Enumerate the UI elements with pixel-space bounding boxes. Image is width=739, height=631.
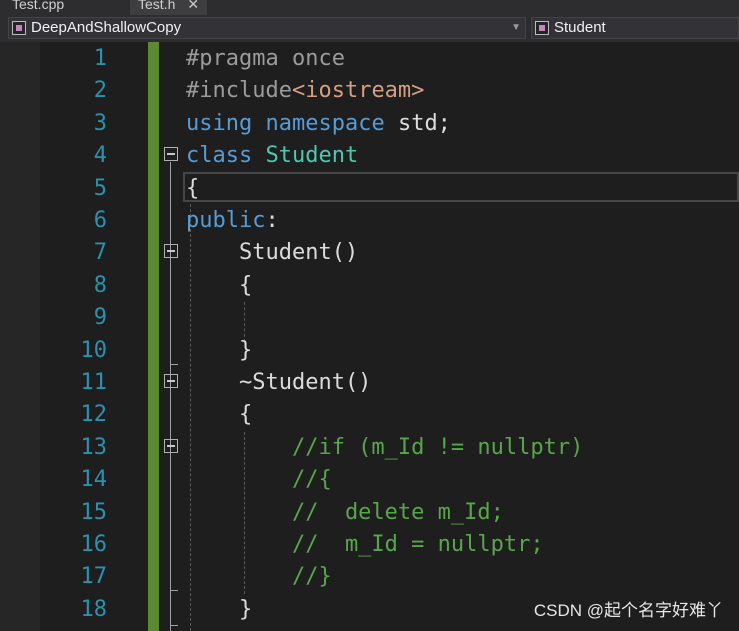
code-line[interactable]: public:: [186, 205, 279, 237]
collapse-destructor-icon[interactable]: [164, 374, 178, 388]
class-icon: [535, 21, 549, 35]
code-token: class: [186, 143, 253, 169]
code-token: Student(): [186, 240, 359, 266]
tab-test-h[interactable]: Test.h ✕: [130, 0, 208, 15]
collapse-constructor-icon[interactable]: [164, 244, 178, 258]
code-token: //{: [186, 467, 332, 493]
outline-end: [170, 590, 178, 591]
watermark: CSDN @起个名字好难丫: [533, 601, 723, 620]
code-token: using: [186, 110, 253, 136]
code-token: Student: [265, 143, 359, 169]
code-line[interactable]: }: [186, 335, 252, 367]
current-line-highlight: [183, 172, 739, 202]
line-number: 1: [93, 46, 107, 71]
navigation-bar: DeepAndShallowCopy ▼ Student: [0, 15, 739, 42]
scope-dropdown[interactable]: DeepAndShallowCopy ▼: [8, 17, 526, 39]
code-token: // delete m_Id;: [186, 499, 504, 525]
code-token: <iostream>: [291, 78, 425, 104]
line-number: 8: [93, 272, 107, 298]
line-number: 16: [80, 532, 108, 557]
indicator-margin: [0, 42, 40, 631]
tab-test-cpp[interactable]: Test.cpp: [12, 0, 64, 15]
code-token: //}: [186, 564, 332, 590]
code-line[interactable]: }: [186, 594, 252, 626]
line-number: 4: [93, 143, 107, 169]
outline-line: [170, 162, 171, 631]
line-number: 5: [93, 175, 107, 201]
code-line[interactable]: Student(): [186, 237, 358, 269]
code-token: {: [186, 402, 253, 428]
code-line[interactable]: // m_Id = nullptr;: [186, 529, 544, 561]
code-token: {: [186, 175, 200, 201]
line-number: 3: [93, 110, 107, 136]
line-number: 17: [80, 564, 108, 590]
line-number: 13: [80, 434, 108, 460]
line-number: 9: [93, 305, 107, 331]
outline-end: [170, 625, 178, 626]
collapse-comment-icon[interactable]: [164, 439, 178, 453]
code-token: //if (m_Id != nullptr): [186, 434, 584, 460]
chevron-down-icon: ▼: [511, 22, 521, 33]
code-editor[interactable]: 1 #pragma once 2 #include<iostream> 3 using n…: [0, 42, 739, 631]
line-number: 12: [80, 402, 108, 428]
line-number: 15: [80, 499, 108, 525]
code-token: #pragma once: [186, 46, 345, 71]
code-line[interactable]: //}: [186, 561, 332, 593]
code-token: :: [265, 208, 279, 233]
line-number: 10: [80, 337, 108, 363]
line-number: 6: [93, 208, 107, 233]
code-line[interactable]: {: [186, 270, 252, 302]
code-line[interactable]: class Student: [186, 140, 358, 172]
code-token: public: [186, 208, 266, 233]
code-token: {: [186, 272, 253, 298]
code-line[interactable]: #pragma once: [186, 43, 345, 75]
member-dropdown[interactable]: Student: [531, 17, 739, 39]
code-token: // m_Id = nullptr;: [186, 532, 544, 557]
member-dropdown-value: Student: [554, 19, 606, 36]
code-token: namespace: [265, 110, 385, 136]
project-icon: [12, 21, 26, 35]
line-number: 11: [80, 370, 108, 395]
tab-label: Test.h: [138, 0, 176, 12]
document-tab-strip: Test.cpp Test.h ✕: [0, 0, 739, 15]
line-number: 18: [80, 596, 108, 622]
code-line[interactable]: #include<iostream>: [186, 75, 424, 107]
code-line[interactable]: //if (m_Id != nullptr): [186, 432, 583, 464]
change-tracking-bar: [148, 42, 159, 631]
tab-label: Test.cpp: [12, 0, 65, 12]
line-number: 2: [93, 78, 107, 104]
close-icon[interactable]: ✕: [187, 0, 199, 12]
code-line[interactable]: ~Student(): [186, 367, 371, 399]
code-line[interactable]: {: [186, 173, 199, 205]
line-number: 7: [93, 240, 107, 266]
code-line[interactable]: using namespace std;: [186, 108, 451, 140]
code-line[interactable]: //{: [186, 464, 332, 496]
code-line[interactable]: // delete m_Id;: [186, 497, 504, 529]
outline-end: [170, 364, 178, 365]
line-number: 14: [80, 467, 108, 493]
collapse-class-icon[interactable]: [164, 147, 178, 161]
code-token: }: [186, 596, 253, 622]
code-line[interactable]: {: [186, 399, 252, 431]
code-token: ~Student(): [186, 370, 372, 395]
scope-dropdown-value: DeepAndShallowCopy: [31, 19, 182, 36]
code-token: }: [186, 337, 253, 363]
code-token: #include: [186, 78, 292, 104]
code-token: std;: [384, 110, 451, 136]
